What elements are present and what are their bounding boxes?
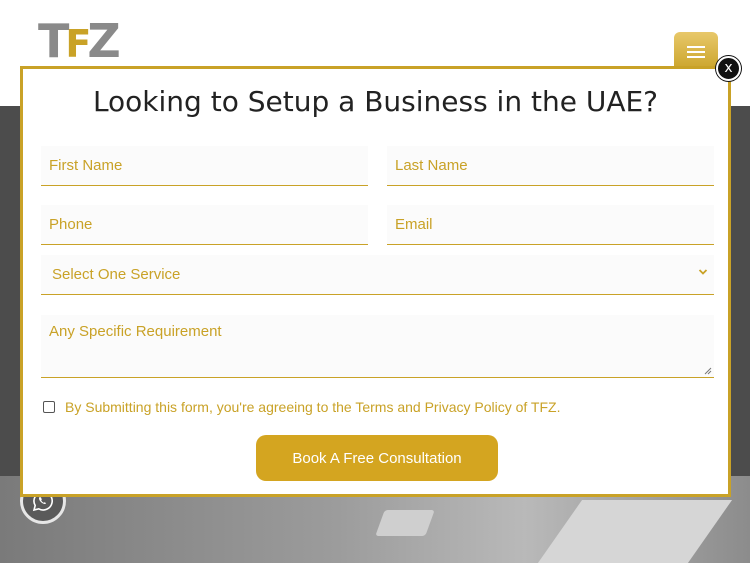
requirement-textarea[interactable]	[41, 315, 714, 377]
first-name-input[interactable]	[41, 146, 368, 185]
last-name-input[interactable]	[387, 146, 714, 185]
close-icon: x	[724, 60, 733, 76]
email-field	[387, 205, 714, 245]
hero-image-phone	[375, 510, 435, 536]
consent-text: By Submitting this form, you're agreeing…	[65, 399, 561, 415]
close-button[interactable]: x	[716, 56, 741, 81]
consultation-modal: Looking to Setup a Business in the UAE? …	[20, 66, 731, 497]
tfz-logo[interactable]: TFZ	[38, 14, 121, 70]
consent-row: By Submitting this form, you're agreeing…	[43, 399, 560, 415]
consent-checkbox[interactable]	[43, 401, 55, 413]
modal-title: Looking to Setup a Business in the UAE?	[92, 85, 659, 118]
requirement-field	[41, 315, 714, 378]
phone-field	[41, 205, 368, 245]
phone-input[interactable]	[41, 205, 368, 244]
first-name-field	[41, 146, 368, 186]
last-name-field	[387, 146, 714, 186]
chevron-down-icon	[698, 269, 708, 275]
book-consultation-button[interactable]: Book A Free Consultation	[256, 435, 498, 481]
email-input[interactable]	[387, 205, 714, 244]
service-select[interactable]: Select One Service	[41, 255, 714, 295]
resize-grip-icon[interactable]	[704, 367, 712, 375]
service-select-value: Select One Service	[52, 266, 181, 283]
